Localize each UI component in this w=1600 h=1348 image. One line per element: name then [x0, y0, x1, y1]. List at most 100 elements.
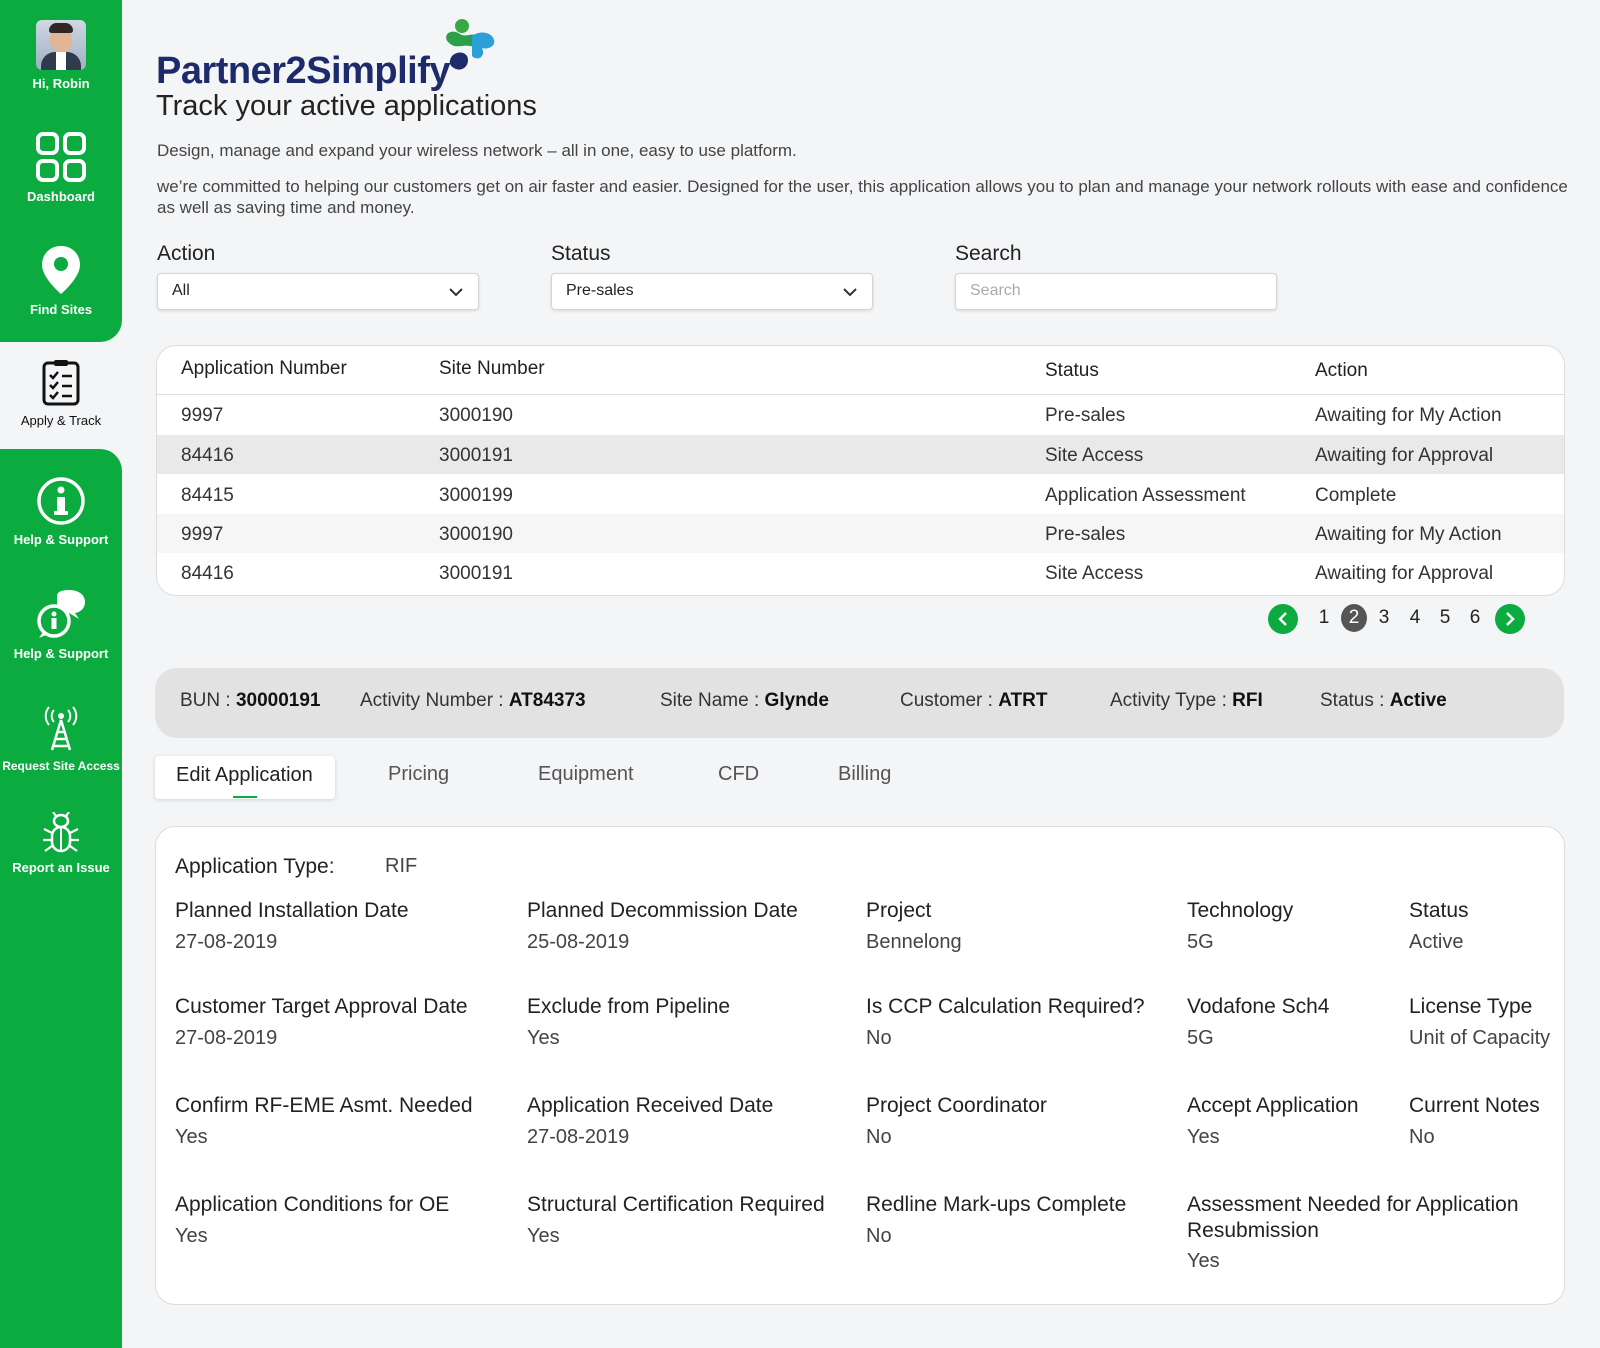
field-label: Technology	[1187, 899, 1294, 922]
search-label: Search	[955, 242, 1022, 265]
field-value: No	[866, 1126, 892, 1148]
sidebar-item-report-issue[interactable]: Report an Issue	[0, 812, 122, 875]
page-4[interactable]: 4	[1402, 607, 1428, 629]
tab-equipment[interactable]: Equipment	[538, 763, 634, 786]
logo-text: Partner2Simplify	[156, 50, 451, 92]
tab-cfd[interactable]: CFD	[718, 763, 759, 786]
page-1[interactable]: 1	[1311, 607, 1337, 629]
field-label: Project	[866, 899, 932, 922]
cell-status: Pre-sales	[1045, 524, 1126, 545]
field-label: Confirm RF-EME Asmt. Needed	[175, 1094, 473, 1117]
field-value: 5G	[1187, 1027, 1214, 1049]
cell-status: Site Access	[1045, 445, 1144, 466]
antenna-tower-icon	[44, 706, 78, 751]
sidebar-item-label: Dashboard	[27, 189, 95, 204]
cell-action: Awaiting for Approval	[1315, 445, 1494, 466]
bug-icon	[43, 812, 79, 853]
field-value: No	[1409, 1126, 1435, 1148]
field-value: No	[866, 1027, 892, 1049]
action-filter-select[interactable]: All	[157, 273, 479, 310]
table-row[interactable]: 84416 3000191 Site Access Awaiting for A…	[157, 435, 1564, 474]
table-row[interactable]: 9997 3000190 Pre-sales Awaiting for My A…	[157, 514, 1564, 553]
sidebar: Hi, Robin Dashboard Find Sites Apply & T…	[0, 0, 122, 1348]
cell-action: Awaiting for My Action	[1315, 524, 1502, 545]
sidebar-item-dashboard[interactable]: Dashboard	[0, 131, 122, 204]
tab-label: Edit Application	[176, 764, 313, 786]
field-value: 27-08-2019	[527, 1126, 630, 1148]
cell-site-number: 3000190	[439, 405, 513, 426]
user-profile[interactable]: Hi, Robin	[0, 20, 122, 91]
cell-application-number: 84415	[181, 485, 234, 506]
field-value: No	[866, 1225, 892, 1247]
sidebar-item-label: Report an Issue	[12, 860, 110, 875]
sidebar-item-find-sites[interactable]: Find Sites	[0, 244, 122, 317]
field-label: Application Conditions for OE	[175, 1193, 450, 1216]
field-value: 25-08-2019	[527, 931, 630, 953]
activity-type-info: Activity Type : RFI	[1110, 690, 1263, 711]
grid-icon	[36, 132, 86, 182]
status-filter-select[interactable]: Pre-sales	[551, 273, 873, 310]
field-label: Exclude from Pipeline	[527, 995, 731, 1018]
cell-application-number: 84416	[181, 563, 234, 584]
tab-billing[interactable]: Billing	[838, 763, 891, 786]
field-value: Active	[1409, 931, 1464, 953]
cell-action: Awaiting for Approval	[1315, 563, 1494, 584]
field-label: Accept Application	[1187, 1094, 1359, 1117]
field-value: Yes	[527, 1225, 560, 1247]
user-greeting: Hi, Robin	[32, 76, 90, 91]
status-info: Status : Active	[1320, 690, 1447, 711]
sidebar-item-help-support[interactable]: Help & Support	[0, 476, 122, 547]
cell-site-number: 3000190	[439, 524, 513, 545]
page-title: Track your active applications	[156, 90, 537, 122]
field-label: Planned Decommission Date	[527, 899, 798, 922]
page-description-secondary: we’re committed to helping our customers…	[157, 177, 1568, 217]
tab-pricing[interactable]: Pricing	[388, 763, 449, 786]
field-value: 5G	[1187, 931, 1214, 953]
sidebar-item-apply-track[interactable]: Apply & Track	[0, 359, 122, 428]
bun-info: BUN : 30000191	[180, 690, 321, 711]
applications-table: Application Number Site Number Status Ac…	[156, 345, 1565, 596]
page-5[interactable]: 5	[1432, 607, 1458, 629]
cell-application-number: 9997	[181, 405, 224, 426]
sidebar-item-request-site-access[interactable]: Request Site Access	[0, 706, 122, 773]
column-header: Application Number	[181, 358, 347, 379]
cell-site-number: 3000191	[439, 445, 513, 466]
field-label: Application Received Date	[527, 1094, 774, 1117]
active-tab-indicator	[233, 796, 257, 798]
cell-status: Site Access	[1045, 563, 1144, 584]
customer-info: Customer : ATRT	[900, 690, 1048, 711]
search-input[interactable]: Search	[955, 273, 1277, 310]
site-name-info: Site Name : Glynde	[660, 690, 829, 711]
sidebar-item-label: Help & Support	[13, 646, 109, 661]
page-2-current[interactable]: 2	[1341, 604, 1367, 632]
activity-number-info: Activity Number : AT84373	[360, 690, 586, 711]
page-6[interactable]: 6	[1462, 607, 1488, 629]
sidebar-item-help-support-chat[interactable]: Help & Support	[0, 590, 122, 661]
action-filter-label: Action	[157, 242, 216, 265]
checklist-icon	[42, 360, 80, 406]
next-page-button[interactable]	[1495, 604, 1525, 634]
field-label: Structural Certification Required	[527, 1193, 825, 1216]
search-placeholder: Search	[970, 282, 1021, 299]
field-value: Yes	[175, 1126, 208, 1148]
cell-application-number: 84416	[181, 445, 234, 466]
column-header: Site Number	[439, 358, 545, 379]
map-pin-icon	[42, 246, 80, 294]
sidebar-item-label: Apply & Track	[20, 413, 102, 428]
table-row[interactable]: 84416 3000191 Site Access Awaiting for A…	[157, 553, 1564, 592]
field-label: Assessment Needed for Application Resubm…	[1187, 1193, 1519, 1242]
previous-page-button[interactable]	[1268, 604, 1298, 634]
cell-status: Pre-sales	[1045, 405, 1126, 426]
chevron-down-icon	[843, 288, 857, 297]
avatar	[36, 20, 86, 70]
table-row[interactable]: 84415 3000199 Application Assessment Com…	[157, 475, 1564, 514]
application-details-card: Application Type: RIF Planned Installati…	[155, 826, 1565, 1305]
application-type-value: RIF	[385, 855, 418, 877]
tab-edit-application[interactable]: Edit Application	[155, 756, 335, 799]
field-value: Yes	[1187, 1250, 1220, 1272]
page-3[interactable]: 3	[1371, 607, 1397, 629]
sidebar-item-label: Find Sites	[29, 302, 93, 317]
table-row[interactable]: 9997 3000190 Pre-sales Awaiting for My A…	[157, 395, 1564, 434]
field-label: Is CCP Calculation Required?	[866, 995, 1145, 1018]
chevron-left-icon	[1278, 612, 1287, 626]
